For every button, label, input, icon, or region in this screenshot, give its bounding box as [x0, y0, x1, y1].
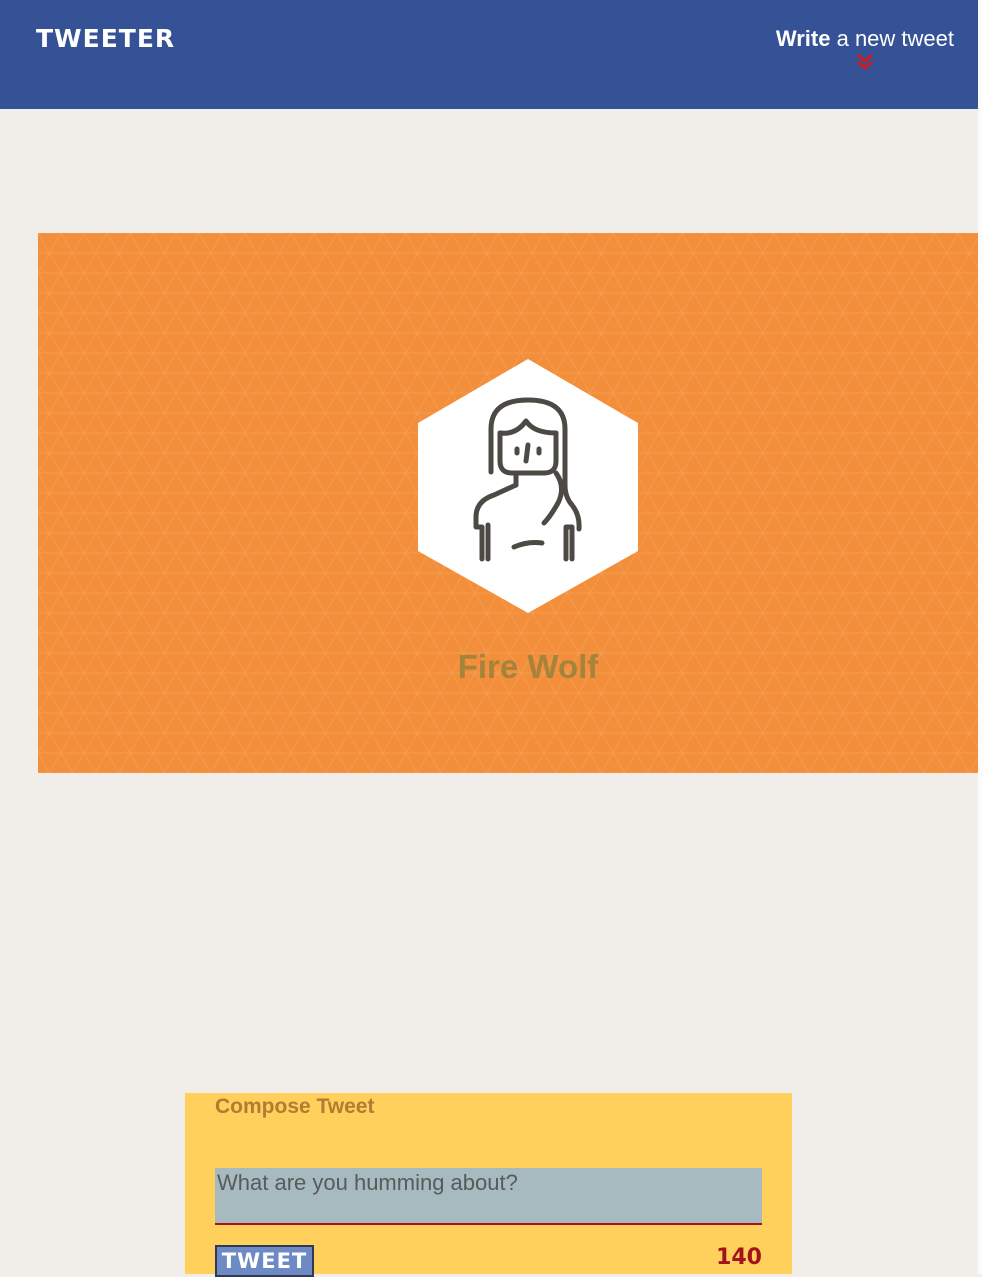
write-label: Write: [775, 26, 831, 51]
app-logo[interactable]: TWEETER: [36, 24, 175, 54]
profile-banner: Fire Wolf: [38, 233, 978, 773]
write-label-rest: a new tweet: [830, 26, 954, 51]
profile-name: Fire Wolf: [457, 648, 599, 685]
character-counter: 140: [716, 1245, 762, 1270]
compose-tweet-panel: Compose Tweet TWEET 140: [185, 1093, 792, 1277]
double-chevron-down-icon: [856, 53, 873, 70]
tweet-submit-button[interactable]: TWEET: [215, 1245, 314, 1277]
page-edge: [978, 0, 982, 1274]
write-new-tweet-toggle[interactable]: Write a new tweet: [776, 24, 954, 74]
woman-avatar-icon: [418, 359, 638, 613]
compose-heading: Compose Tweet: [215, 1095, 375, 1118]
tweet-text-input[interactable]: [215, 1168, 762, 1225]
top-nav: TWEETER Write a new tweet: [0, 0, 978, 109]
